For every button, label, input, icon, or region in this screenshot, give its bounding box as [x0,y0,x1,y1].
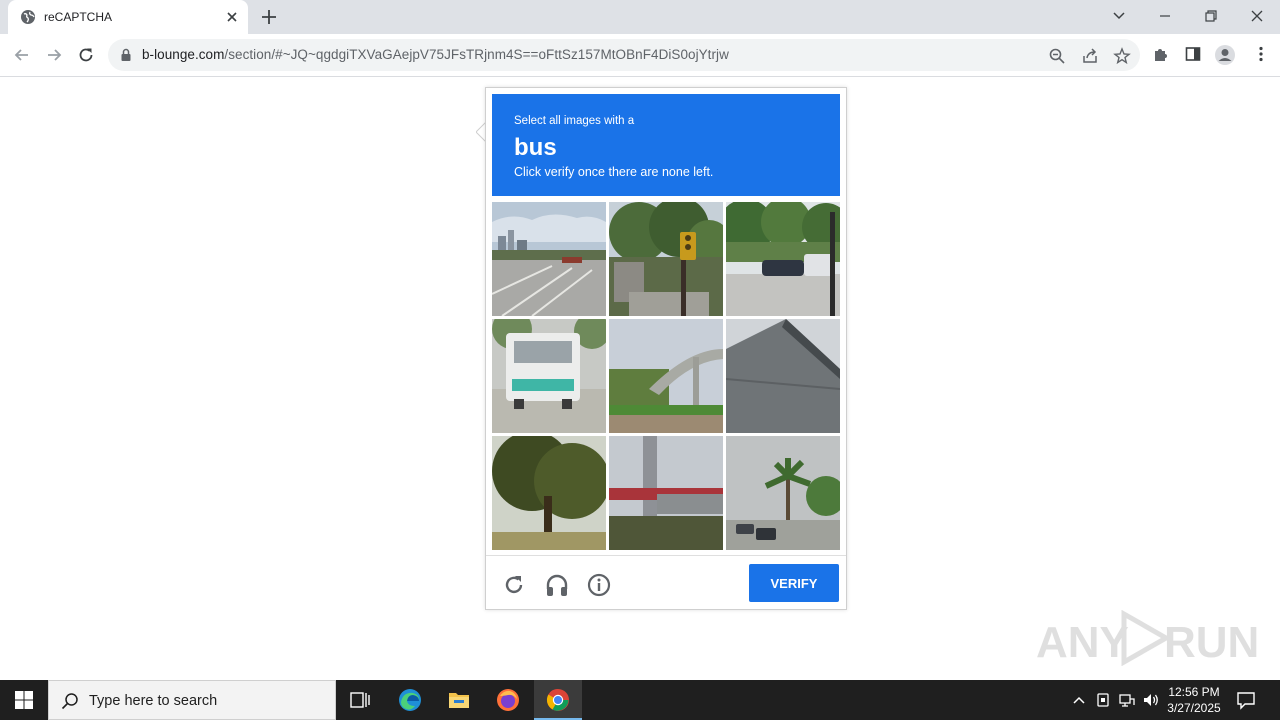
watermark-text-right: RUN [1164,618,1260,667]
tile-9-palm-street[interactable] [726,436,840,550]
show-hidden-icons-chevron-icon[interactable] [1070,691,1088,709]
new-tab-icon[interactable] [260,8,278,26]
tile-1-road-city[interactable] [492,202,606,316]
task-view-icon [350,692,370,708]
recaptcha-challenge: Select all images with a bus Click verif… [485,87,847,610]
taskbar-clock[interactable]: 12:56 PM 3/27/2025 [1160,684,1228,716]
tile-4-bus-rear[interactable] [492,319,606,433]
tile-7-tree[interactable] [492,436,606,550]
browser-tab[interactable]: reCAPTCHA [8,0,248,34]
file-explorer-taskbar-app[interactable] [435,680,483,720]
url-text: b-lounge.com/section/#~JQ~qgdgiTXVaGAejp… [142,47,729,62]
clock-date: 3/27/2025 [1167,701,1221,715]
zoom-icon[interactable] [1048,47,1066,65]
globe-icon [21,10,35,24]
extensions-puzzle-icon[interactable] [1152,45,1170,63]
profile-avatar-icon[interactable] [1214,44,1236,66]
anyrun-watermark: ANY RUN [1036,606,1259,670]
more-menu-icon[interactable] [1252,45,1270,63]
close-window-icon[interactable] [1246,6,1268,26]
address-bar[interactable]: b-lounge.com/section/#~JQ~qgdgiTXVaGAejp… [108,39,1140,71]
play-logo-icon [1121,610,1170,666]
close-tab-icon[interactable] [224,9,240,25]
lock-icon[interactable] [120,48,132,62]
tab-search-chevron-icon[interactable] [1108,6,1130,26]
side-panel-icon[interactable] [1184,45,1202,63]
minimize-icon[interactable] [1154,6,1176,26]
forward-icon[interactable] [44,45,64,65]
instruction-text: Select all images with a [514,115,635,127]
url-host: b-lounge.com [142,47,225,62]
audio-challenge-headphones-icon[interactable] [544,572,570,598]
firefox-icon [497,689,519,711]
verify-button[interactable]: VERIFY [749,564,839,602]
reload-icon[interactable] [76,45,96,65]
edge-taskbar-app[interactable] [386,680,434,720]
tile-6-roof-wall[interactable] [726,319,840,433]
tile-2-traffic-light[interactable] [609,202,723,316]
watermark-text-left: ANY [1036,618,1129,667]
instruction-subtext: Click verify once there are none left. [514,165,714,179]
firefox-taskbar-app[interactable] [484,680,532,720]
chrome-taskbar-app[interactable] [534,680,582,720]
tab-title: reCAPTCHA [44,10,113,24]
target-object-label: bus [514,134,557,161]
taskbar-search-box[interactable]: Type here to search [48,680,336,720]
chrome-icon [546,688,569,711]
url-path: /section/#~JQ~qgdgiTXVaGAejpV75JFsTRjnm4… [224,47,729,62]
windows-taskbar: Type here to search 12:56 PM 3/27/2025 [0,680,1280,720]
search-icon [61,693,78,710]
challenge-header: Select all images with a bus Click verif… [492,94,840,196]
restore-icon[interactable] [1200,6,1222,26]
browser-tab-strip: reCAPTCHA [0,0,1280,34]
network-icon[interactable] [1118,691,1136,709]
windows-logo-icon [15,691,33,709]
task-view-button[interactable] [336,680,384,720]
tile-5-overpass[interactable] [609,319,723,433]
search-placeholder: Type here to search [89,693,218,709]
device-tray-icon[interactable] [1094,691,1112,709]
edge-icon [399,689,421,711]
footer-divider [486,555,846,556]
folder-icon [449,693,469,708]
volume-icon[interactable] [1142,691,1160,709]
reload-challenge-icon[interactable] [501,572,527,598]
tile-8-bridge-pillar[interactable] [609,436,723,550]
info-help-icon[interactable] [586,572,612,598]
share-icon[interactable] [1081,47,1099,65]
start-button[interactable] [0,680,48,720]
tile-3-parked-cars[interactable] [726,202,840,316]
notifications-icon[interactable] [1236,690,1256,710]
browser-toolbar: b-lounge.com/section/#~JQ~qgdgiTXVaGAejp… [0,34,1280,77]
bookmark-star-icon[interactable] [1113,47,1131,65]
back-icon[interactable] [12,45,32,65]
clock-time: 12:56 PM [1168,685,1220,699]
